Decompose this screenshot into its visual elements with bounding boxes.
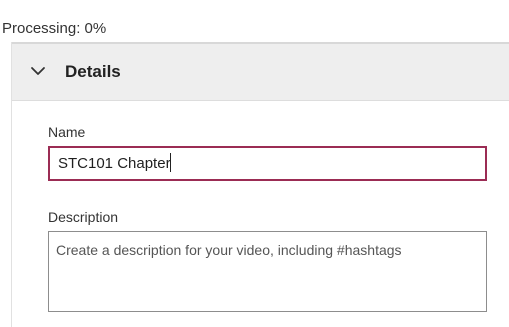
description-label: Description <box>48 209 119 225</box>
name-label: Name <box>48 124 86 140</box>
name-input[interactable]: STC101 Chapter <box>48 146 487 181</box>
description-textarea[interactable]: Create a description for your video, inc… <box>48 231 487 312</box>
processing-status-bar: Processing: 0% <box>0 0 509 42</box>
text-caret <box>169 153 171 172</box>
description-placeholder: Create a description for your video, inc… <box>56 242 402 258</box>
video-upload-page: Processing: 0% Details Name STC101 Chapt… <box>0 0 509 327</box>
chevron-down-icon <box>29 62 47 80</box>
details-section-toggle[interactable]: Details <box>12 42 509 101</box>
name-value: STC101 Chapter <box>58 155 171 172</box>
processing-status-text: Processing: 0% <box>2 20 107 37</box>
details-panel: Details Name STC101 Chapter Description … <box>11 42 509 327</box>
details-title: Details <box>65 62 121 81</box>
